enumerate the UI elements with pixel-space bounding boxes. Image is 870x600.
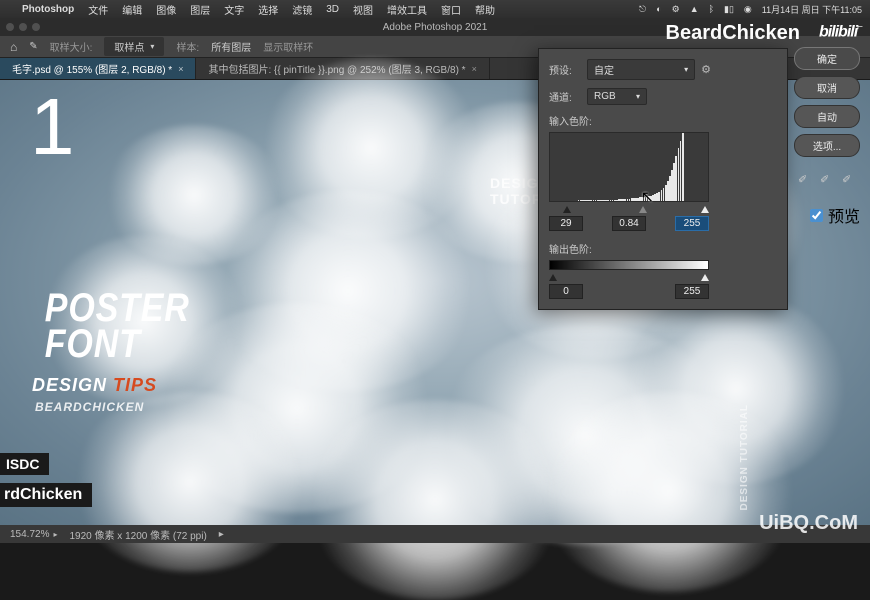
status-caret[interactable]: ▸	[219, 529, 224, 540]
tab-doc-2[interactable]: 其中包括图片: {{ pinTitle }}.png @ 252% (图层 3,…	[196, 58, 489, 79]
sample-size-select[interactable]: 取样点	[104, 37, 164, 56]
levels-dialog: 预设: 自定 ⚙ 通道: RGB 输入色阶: 输出色阶:	[538, 48, 788, 310]
watermark-beardchicken: BeardChicken	[666, 22, 801, 45]
close-icon[interactable]: ×	[472, 64, 477, 74]
close-icon[interactable]: ×	[178, 64, 183, 74]
menu-help[interactable]: 帮助	[475, 2, 495, 17]
status-bar: 154.72% 1920 像素 x 1200 像素 (72 ppi) ▸	[0, 525, 870, 543]
mac-menubar: Photoshop 文件 编辑 图像 图层 文字 选择 滤镜 3D 视图 增效工…	[0, 0, 870, 18]
cancel-button[interactable]: 取消	[794, 76, 860, 99]
eyedropper-gray-icon[interactable]: ✐	[820, 173, 834, 187]
shadow-slider[interactable]	[563, 206, 571, 213]
menu-window[interactable]: 窗口	[441, 2, 461, 17]
poster-text: POSTER FONT	[45, 290, 190, 362]
poster-line: FONT	[45, 326, 190, 362]
traffic-close-icon[interactable]	[6, 23, 14, 31]
battery-icon: ▮▯	[724, 4, 734, 15]
out-black-input[interactable]	[549, 284, 583, 299]
status-icon: ⎋	[639, 4, 646, 15]
midtone-slider[interactable]	[639, 206, 647, 213]
poster-line: POSTER	[45, 290, 190, 326]
show-ring-label[interactable]: 显示取样环	[263, 39, 313, 54]
out-black-slider[interactable]	[549, 274, 557, 281]
output-levels-label: 输出色阶:	[549, 241, 711, 256]
zoom-level[interactable]: 154.72%	[10, 529, 58, 540]
bchick-badge: rdChicken	[0, 483, 92, 507]
out-white-slider[interactable]	[701, 274, 709, 281]
watermark-uibq: UiBQ.CoM	[759, 512, 858, 535]
channel-label: 通道:	[549, 89, 581, 104]
highlight-input[interactable]	[675, 216, 709, 231]
menu-edit[interactable]: 编辑	[122, 2, 142, 17]
menu-select[interactable]: 选择	[258, 2, 278, 17]
traffic-min-icon[interactable]	[19, 23, 27, 31]
status-icon: ⚙	[672, 4, 680, 15]
sample-label: 样本:	[176, 39, 199, 54]
date-time[interactable]: 11月14日 周日 下午11:05	[762, 3, 862, 16]
histogram	[549, 132, 709, 202]
isdc-badge: ISDC	[0, 453, 49, 475]
midtone-input[interactable]	[612, 216, 646, 231]
menu-type[interactable]: 文字	[224, 2, 244, 17]
menu-file[interactable]: 文件	[88, 2, 108, 17]
levels-buttons: 确定 取消 自动 选项... ✐ ✐ ✐ 预览	[794, 47, 860, 227]
preset-select[interactable]: 自定	[587, 59, 695, 80]
eyedropper-black-icon[interactable]: ✐	[798, 173, 812, 187]
tab-label: 毛字.psd @ 155% (图层 2, RGB/8) *	[12, 61, 172, 76]
menu-view[interactable]: 视图	[353, 2, 373, 17]
menu-image[interactable]: 图像	[156, 2, 176, 17]
author-text: BEARDCHICKEN	[35, 400, 144, 414]
menu-filter[interactable]: 滤镜	[292, 2, 312, 17]
wifi-icon: ◉	[744, 4, 752, 15]
sample-size-label: 取样大小:	[50, 39, 93, 54]
out-white-input[interactable]	[675, 284, 709, 299]
output-gradient	[549, 260, 709, 270]
eyedropper-icon[interactable]: ✎	[29, 41, 37, 52]
status-icon: ◐	[656, 4, 661, 14]
output-sliders[interactable]	[549, 274, 709, 282]
highlight-slider[interactable]	[701, 206, 709, 213]
auto-button[interactable]: 自动	[794, 105, 860, 128]
right-bottom-text: DESIGN TUTORIAL	[739, 404, 750, 511]
preview-checkbox[interactable]: 预览	[794, 203, 860, 227]
preview-check[interactable]	[810, 209, 823, 222]
window-title: Adobe Photoshop 2021	[383, 22, 488, 33]
traffic-max-icon[interactable]	[32, 23, 40, 31]
options-button[interactable]: 选项...	[794, 134, 860, 157]
input-sliders[interactable]	[549, 206, 709, 214]
tab-doc-1[interactable]: 毛字.psd @ 155% (图层 2, RGB/8) * ×	[0, 58, 196, 79]
status-icon: ▲	[690, 4, 699, 14]
big-number: 1	[30, 95, 76, 159]
menu-3d[interactable]: 3D	[326, 4, 339, 15]
sample-value[interactable]: 所有图层	[211, 39, 251, 54]
bluetooth-icon: ᛒ	[709, 4, 714, 14]
home-icon[interactable]: ⌂	[10, 40, 17, 54]
ok-button[interactable]: 确定	[794, 47, 860, 70]
watermark-bilibili: bilibili⌐	[819, 22, 862, 41]
shadow-input[interactable]	[549, 216, 583, 231]
doc-dimensions: 1920 像素 x 1200 像素 (72 ppi)	[70, 527, 207, 542]
channel-select[interactable]: RGB	[587, 88, 647, 105]
menu-layer[interactable]: 图层	[190, 2, 210, 17]
design-tips: DESIGN TIPS	[32, 375, 157, 396]
app-name[interactable]: Photoshop	[22, 4, 74, 15]
menu-plugins[interactable]: 增效工具	[387, 2, 427, 17]
preset-label: 预设:	[549, 62, 581, 77]
input-levels-label: 输入色阶:	[549, 113, 711, 128]
preview-label: 预览	[828, 203, 860, 227]
eyedropper-white-icon[interactable]: ✐	[842, 173, 856, 187]
tab-label: 其中包括图片: {{ pinTitle }}.png @ 252% (图层 3,…	[208, 61, 465, 76]
cursor-icon: ↖	[641, 187, 654, 207]
gear-icon[interactable]: ⚙	[701, 63, 711, 76]
